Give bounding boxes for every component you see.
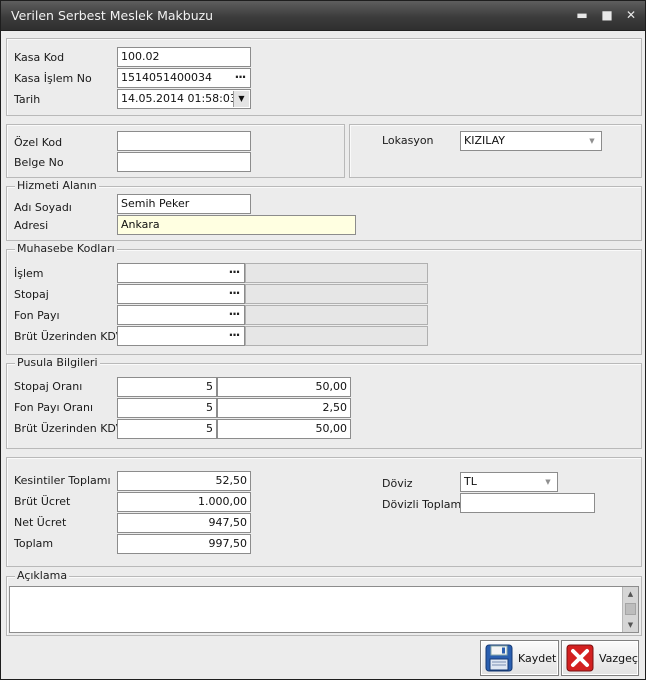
doviz-value: TL (464, 475, 477, 488)
tarih-value: 14.05.2014 01:58:03 (121, 92, 237, 105)
cancel-button-label: Vazgeç (599, 651, 638, 665)
close-icon[interactable]: ✕ (622, 6, 640, 24)
scroll-up-icon[interactable]: ▲ (623, 587, 638, 601)
dovizli-toplam-field[interactable] (460, 493, 595, 513)
ellipsis-icon[interactable]: ··· (230, 69, 250, 87)
kod-panel: Özel Kod Belge No (6, 124, 345, 178)
aciklama-panel: Açıklama ▲ ▼ (6, 569, 642, 636)
brut-kdv-description-field (245, 326, 428, 346)
adi-soyadi-field[interactable]: Semih Peker (117, 194, 251, 214)
aciklama-textarea[interactable]: ▲ ▼ (9, 586, 639, 633)
lokasyon-panel: Lokasyon KIZILAY ▼ (349, 124, 642, 178)
fon-payi-amount-field[interactable]: 2,50 (217, 398, 351, 418)
ozel-kod-field[interactable] (117, 131, 251, 151)
lokasyon-value: KIZILAY (464, 134, 506, 147)
ellipsis-icon[interactable]: ··· (224, 327, 244, 345)
pusula-bilgileri-panel: Pusula Bilgileri Stopaj Oranı 5 50,00 Fo… (6, 356, 642, 449)
brut-kdv-code-field[interactable]: ··· (117, 326, 245, 346)
red-x-icon (566, 643, 594, 673)
fon-payi-code-field[interactable]: ··· (117, 305, 245, 325)
doviz-label: Döviz (382, 477, 413, 490)
pusula-row-label: Brüt Üzerinden KDV (14, 422, 124, 435)
ellipsis-icon[interactable]: ··· (224, 264, 244, 282)
doviz-dropdown[interactable]: TL ▼ (460, 472, 558, 492)
totals-panel: Kesintiler Toplamı 52,50 Brüt Ücret 1.00… (6, 457, 642, 567)
save-button[interactable]: Kaydet (480, 640, 559, 676)
aciklama-legend: Açıklama (15, 569, 70, 583)
adi-soyadi-label: Adı Soyadı (14, 201, 72, 214)
toplam-label: Toplam (14, 537, 54, 550)
floppy-disk-icon (485, 643, 513, 673)
scroll-thumb[interactable] (625, 603, 636, 615)
stopaj-description-field (245, 284, 428, 304)
cancel-button[interactable]: Vazgeç (561, 640, 639, 676)
kasa-kod-label: Kasa Kod (14, 51, 65, 64)
adresi-label: Adresi (14, 219, 49, 232)
kasa-kod-field[interactable]: 100.02 (117, 47, 251, 67)
belge-no-label: Belge No (14, 156, 64, 169)
muhasebe-row-label: Brüt Üzerinden KDV (14, 330, 124, 343)
kesintiler-toplami-field[interactable]: 52,50 (117, 471, 251, 491)
window-title: Verilen Serbest Meslek Makbuzu (11, 8, 214, 23)
hizmeti-alanin-legend: Hizmeti Alanın (15, 179, 99, 193)
fon-payi-orani-field[interactable]: 5 (117, 398, 217, 418)
tarih-date-picker[interactable]: 14.05.2014 01:58:03 ▼ (117, 89, 251, 109)
ozel-kod-label: Özel Kod (14, 136, 63, 149)
muhasebe-row-label: Stopaj (14, 288, 49, 301)
stopaj-amount-field[interactable]: 50,00 (217, 377, 351, 397)
kasa-islem-no-field[interactable]: 1514051400034 ··· (117, 68, 251, 88)
toplam-field[interactable]: 997,50 (117, 534, 251, 554)
brut-ucret-field[interactable]: 1.000,00 (117, 492, 251, 512)
net-ucret-label: Net Ücret (14, 516, 67, 529)
lokasyon-dropdown[interactable]: KIZILAY ▼ (460, 131, 602, 151)
islem-code-field[interactable]: ··· (117, 263, 245, 283)
fon-payi-description-field (245, 305, 428, 325)
stopaj-code-field[interactable]: ··· (117, 284, 245, 304)
chevron-down-icon[interactable]: ▼ (233, 91, 249, 107)
chevron-down-icon[interactable]: ▼ (586, 133, 598, 149)
stopaj-orani-field[interactable]: 5 (117, 377, 217, 397)
chevron-down-icon[interactable]: ▼ (542, 474, 554, 490)
pusula-row-label: Stopaj Oranı (14, 380, 83, 393)
hizmeti-alanin-panel: Hizmeti Alanın Adı Soyadı Semih Peker Ad… (6, 179, 642, 241)
pusula-row-label: Fon Payı Oranı (14, 401, 94, 414)
save-button-label: Kaydet (518, 651, 557, 665)
minimize-icon[interactable]: ▬ (573, 6, 591, 24)
dialog-window: Verilen Serbest Meslek Makbuzu ▬ ■ ✕ Kas… (0, 0, 646, 680)
muhasebe-kodlari-legend: Muhasebe Kodları (15, 242, 117, 256)
islem-description-field (245, 263, 428, 283)
adresi-field[interactable]: Ankara (117, 215, 356, 235)
pusula-bilgileri-legend: Pusula Bilgileri (15, 356, 100, 370)
scroll-down-icon[interactable]: ▼ (623, 618, 638, 632)
dialog-body: Kasa Kod 100.02 Kasa İşlem No 1514051400… (1, 31, 645, 679)
dovizli-toplam-label: Dövizli Toplam (382, 498, 462, 511)
net-ucret-field[interactable]: 947,50 (117, 513, 251, 533)
muhasebe-kodlari-panel: Muhasebe Kodları İşlem ··· Stopaj ··· Fo… (6, 242, 642, 355)
title-bar[interactable]: Verilen Serbest Meslek Makbuzu ▬ ■ ✕ (1, 1, 645, 31)
kasa-panel: Kasa Kod 100.02 Kasa İşlem No 1514051400… (6, 38, 642, 116)
belge-no-field[interactable] (117, 152, 251, 172)
brut-kdv-orani-field[interactable]: 5 (117, 419, 217, 439)
muhasebe-row-label: Fon Payı (14, 309, 60, 322)
ellipsis-icon[interactable]: ··· (224, 306, 244, 324)
muhasebe-row-label: İşlem (14, 267, 44, 280)
kesintiler-toplami-label: Kesintiler Toplamı (14, 474, 111, 487)
ellipsis-icon[interactable]: ··· (224, 285, 244, 303)
kasa-islem-no-label: Kasa İşlem No (14, 72, 92, 85)
brut-kdv-amount-field[interactable]: 50,00 (217, 419, 351, 439)
tarih-label: Tarih (14, 93, 41, 106)
aciklama-scrollbar[interactable]: ▲ ▼ (622, 587, 638, 632)
kasa-islem-no-value: 1514051400034 (121, 71, 212, 84)
lokasyon-label: Lokasyon (382, 134, 434, 147)
brut-ucret-label: Brüt Ücret (14, 495, 71, 508)
maximize-icon[interactable]: ■ (598, 6, 616, 24)
